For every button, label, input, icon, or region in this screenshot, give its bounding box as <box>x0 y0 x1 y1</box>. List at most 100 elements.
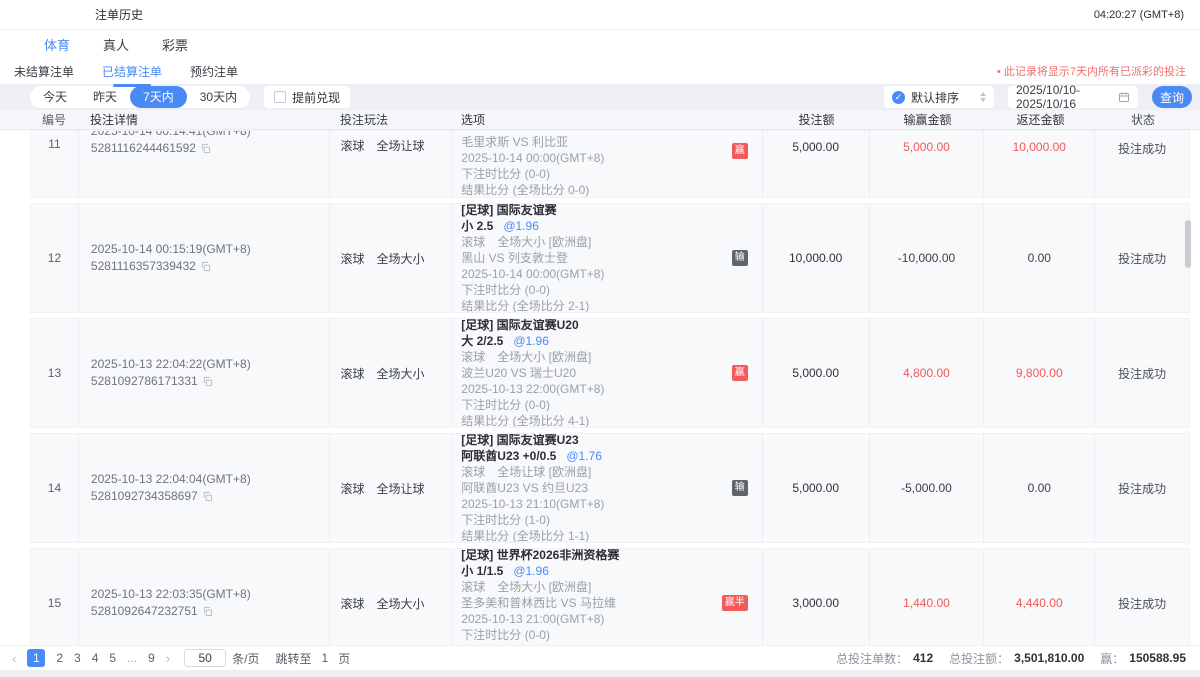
header-detail: 投注详情 <box>78 111 329 128</box>
header-option: 选项 <box>453 111 763 128</box>
calendar-icon <box>1118 91 1130 103</box>
page-9[interactable]: 9 <box>148 651 155 665</box>
sort-dropdown[interactable]: ✓ 默认排序 <box>884 86 994 108</box>
copy-icon[interactable] <box>202 376 213 387</box>
page-1[interactable]: 1 <box>27 649 45 667</box>
option-selection: 大 2/2.5 <box>461 334 503 348</box>
page-size-input[interactable] <box>184 649 226 667</box>
bet-play: 滚球 全场让球 <box>330 434 454 542</box>
option-selection: 阿联酋U23 +0/0.5 <box>461 449 556 463</box>
bet-id: 5281116244461592 <box>91 140 196 157</box>
bet-option-cell: [足球] 国际友谊赛U20 大 2/2.5@1.96 滚球 全场大小 [欧洲盘]… <box>453 319 762 427</box>
tab-live-casino[interactable]: 真人 <box>103 35 129 54</box>
next-page-icon[interactable]: › <box>166 651 170 666</box>
winloss-amount: -10,000.00 <box>870 204 985 312</box>
total-bets-value: 412 <box>913 651 933 665</box>
payout-amount: 10,000.00 <box>984 131 1095 197</box>
filter-strip: 今天 昨天 7天内 30天内 提前兑现 ✓ 默认排序 2025/10/10-20… <box>0 84 1200 110</box>
bet-play: 滚球 全场让球 <box>330 131 454 197</box>
sort-arrows-icon <box>980 92 986 102</box>
subtab-settled[interactable]: 已结算注单 <box>102 59 162 84</box>
bet-detail-cell: 2025-10-14 00:15:19(GMT+8) 5281116357339… <box>79 204 330 312</box>
bet-option-cell: 毛里求斯 VS 利比亚 2025-10-14 00:00(GMT+8) 下注时比… <box>453 131 762 197</box>
bet-time: 2025-10-14 00:14:41(GMT+8) <box>91 130 251 140</box>
pill-30days[interactable]: 30天内 <box>187 86 250 108</box>
bet-time: 2025-10-13 22:04:04(GMT+8) <box>91 471 251 488</box>
total-amount-value: 3,501,810.00 <box>1014 651 1084 665</box>
total-win-label: 赢： <box>1100 650 1124 667</box>
jump-page-value[interactable]: 1 <box>322 651 329 665</box>
bet-play: 滚球 全场大小 <box>330 549 454 645</box>
option-play-type: 滚球 全场大小 [欧洲盘] <box>461 234 761 250</box>
subtab-unsettled[interactable]: 未结算注单 <box>14 59 74 84</box>
early-cashout-checkbox[interactable] <box>274 91 286 103</box>
total-bets-label: 总投注单数： <box>836 650 908 667</box>
pill-yesterday[interactable]: 昨天 <box>80 86 130 108</box>
page-5[interactable]: 5 <box>109 651 116 665</box>
vertical-scrollbar[interactable] <box>1185 220 1191 268</box>
tab-sports[interactable]: 体育 <box>44 35 70 54</box>
copy-icon[interactable] <box>200 143 211 154</box>
bet-amount: 3,000.00 <box>763 549 870 645</box>
bet-status: 投注成功 <box>1095 131 1189 197</box>
page-suffix-label: 页 <box>338 650 350 667</box>
option-score-at-bet: 下注时比分 (0-0) <box>461 627 761 643</box>
option-odds: @1.96 <box>513 564 549 578</box>
header-amount: 投注额 <box>763 111 870 128</box>
page-title: 注单历史 <box>95 6 143 23</box>
date-range-input[interactable]: 2025/10/10-2025/10/16 <box>1008 86 1138 108</box>
bet-play: 滚球 全场大小 <box>330 319 454 427</box>
bet-play: 滚球 全场大小 <box>330 204 454 312</box>
prev-page-icon[interactable]: ‹ <box>12 651 16 666</box>
page-4[interactable]: 4 <box>92 651 99 665</box>
early-cashout-filter[interactable]: 提前兑现 <box>264 86 350 108</box>
option-league: [足球] 国际友谊赛U23 <box>461 433 761 448</box>
option-match-time: 2025-10-13 21:10(GMT+8) <box>461 496 761 512</box>
option-score-at-bet: 下注时比分 (0-0) <box>461 397 761 413</box>
row-id: 11 <box>31 131 79 197</box>
pill-today[interactable]: 今天 <box>30 86 80 108</box>
row-id: 15 <box>31 549 79 645</box>
option-match-time: 2025-10-14 00:00(GMT+8) <box>461 266 761 282</box>
winloss-amount: 4,800.00 <box>870 319 985 427</box>
option-odds: @1.76 <box>566 449 602 463</box>
option-teams: 阿联酋U23 VS 约旦U23 <box>461 480 761 496</box>
bet-history-page: 注单历史 04:20:27 (GMT+8) 体育 真人 彩票 未结算注单 已结算… <box>0 0 1200 677</box>
option-league: [足球] 国际友谊赛U20 <box>461 318 761 333</box>
pagination-bar: ‹ 1 2 3 4 5 ... 9 › 条/页 跳转至 1 页 总投注单数： 4… <box>0 645 1200 670</box>
subtabs-row: 未结算注单 已结算注单 预约注单 • 此记录将显示7天内所有已派彩的投注 <box>0 58 1200 84</box>
bottom-strip <box>0 670 1200 677</box>
bet-detail-cell: 2025-10-13 22:04:22(GMT+8) 5281092786171… <box>79 319 330 427</box>
option-odds: @1.96 <box>503 219 539 233</box>
per-page-label: 条/页 <box>232 650 259 667</box>
bet-status: 投注成功 <box>1095 434 1189 542</box>
total-win-value: 150588.95 <box>1129 651 1186 665</box>
option-teams: 毛里求斯 VS 利比亚 <box>461 134 761 150</box>
page-3[interactable]: 3 <box>74 651 81 665</box>
payout-amount: 4,440.00 <box>984 549 1095 645</box>
bet-detail-cell: 2025-10-13 22:03:35(GMT+8) 5281092647232… <box>79 549 330 645</box>
option-odds: @1.96 <box>513 334 549 348</box>
bet-detail-cell: 2025-10-14 00:14:41(GMT+8) 5281116244461… <box>79 131 330 197</box>
header-winloss: 输赢金额 <box>870 111 985 128</box>
table-body: 11 2025-10-14 00:14:41(GMT+8) 5281116244… <box>0 130 1200 645</box>
payout-amount: 0.00 <box>984 204 1095 312</box>
option-result-score: 结果比分 (全场比分 4-1) <box>461 413 761 428</box>
table-row: 13 2025-10-13 22:04:22(GMT+8) 5281092786… <box>30 318 1190 428</box>
copy-icon[interactable] <box>202 491 213 502</box>
option-match-time: 2025-10-13 22:00(GMT+8) <box>461 381 761 397</box>
subtab-reserved[interactable]: 预约注单 <box>190 59 238 84</box>
copy-icon[interactable] <box>202 606 213 617</box>
tab-lottery[interactable]: 彩票 <box>162 35 188 54</box>
pill-7days[interactable]: 7天内 <box>130 86 187 108</box>
result-badge: 输 <box>732 480 748 496</box>
page-2[interactable]: 2 <box>56 651 63 665</box>
search-button[interactable]: 查询 <box>1152 86 1192 108</box>
table-header: 编号 投注详情 投注玩法 选项 投注额 输赢金额 返还金额 状态 <box>0 110 1200 130</box>
table-row: 14 2025-10-13 22:04:04(GMT+8) 5281092734… <box>30 433 1190 543</box>
option-selection: 小 2.5 <box>461 219 493 233</box>
copy-icon[interactable] <box>200 261 211 272</box>
option-play-type: 滚球 全场让球 [欧洲盘] <box>461 464 761 480</box>
page-ellipsis: ... <box>127 651 137 665</box>
bet-amount: 5,000.00 <box>763 434 870 542</box>
